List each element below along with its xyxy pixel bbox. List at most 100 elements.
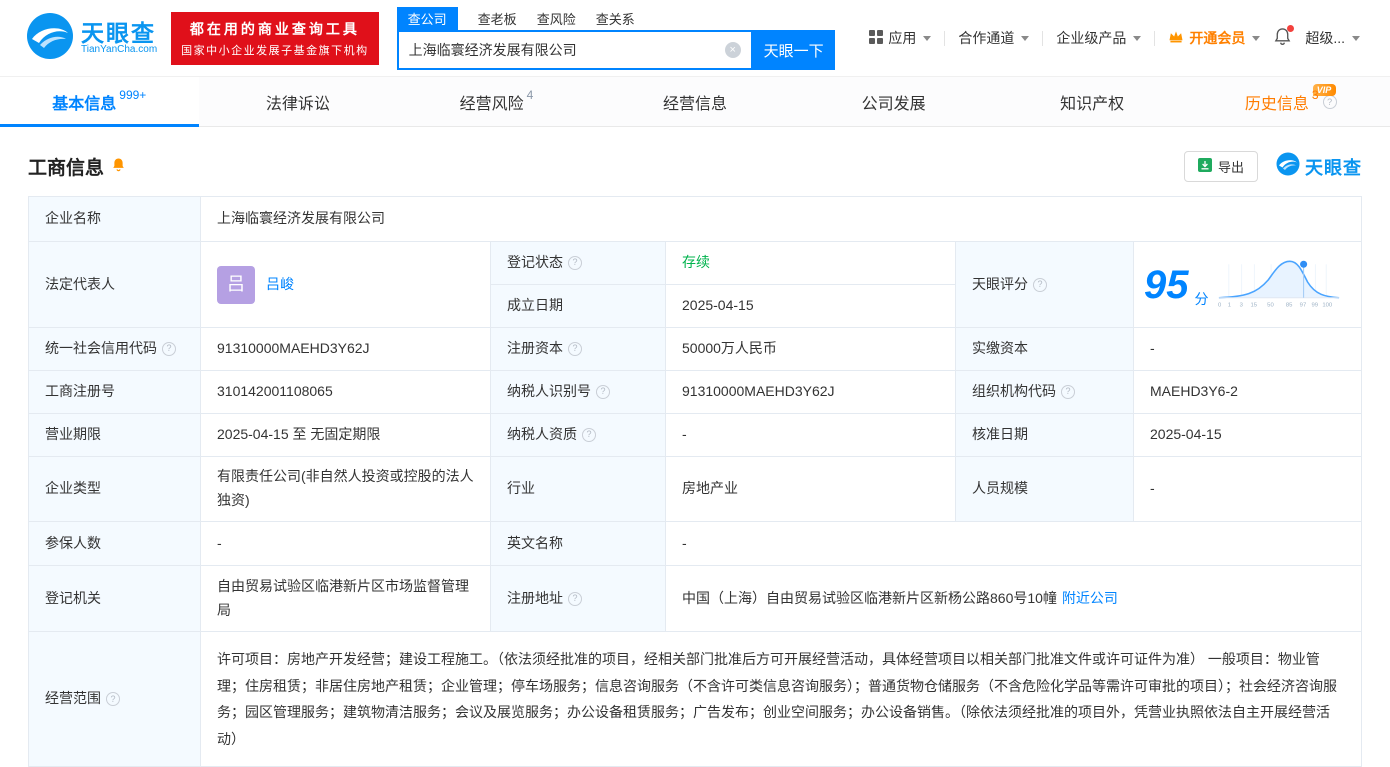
search-input-wrap [396, 30, 753, 70]
search-button[interactable]: 天眼一下 [752, 30, 835, 70]
score-curve-chart: 0 1 3 15 50 85 97 99 100 [1215, 252, 1343, 318]
label-company-type: 企业类型 [29, 457, 201, 522]
value-legal-rep: 吕 吕峻 [201, 242, 491, 328]
label-reg-no: 工商注册号 [29, 371, 201, 414]
info-icon[interactable] [1033, 277, 1047, 292]
chevron-down-icon [1352, 35, 1360, 41]
subscribe-bell-icon[interactable] [111, 156, 126, 178]
tianyancha-logo[interactable]: 天眼查 TianYanCha.com [26, 12, 157, 65]
tianyancha-logo-icon [26, 12, 74, 65]
company-tabs: 基本信息 999+ 法律诉讼 经营风险 4 经营信息 公司发展 知识产权 VIP… [0, 76, 1390, 127]
label-org-code: 组织机构代码 [956, 371, 1134, 414]
notification-bell[interactable] [1273, 25, 1295, 49]
nav-partner[interactable]: 合作通道 [958, 28, 1030, 48]
label-approval-date: 核准日期 [956, 414, 1134, 457]
nav-user-menu[interactable]: 超级... [1305, 28, 1360, 48]
nav-open-vip[interactable]: 开通会员 [1168, 28, 1261, 48]
tab-operating-risk[interactable]: 经营风险 4 [397, 77, 596, 126]
promo-banner: 都在用的商业查询工具 国家中小企业发展子基金旗下机构 [171, 11, 379, 65]
label-reg-authority: 登记机关 [29, 566, 201, 632]
tab-basic-info-badge: 999+ [119, 87, 147, 102]
label-reg-address: 注册地址 [491, 566, 666, 632]
search-tabs: 查公司 查老板 查风险 查关系 [396, 6, 835, 30]
value-org-code: MAEHD3Y6-2 [1134, 371, 1361, 414]
watermark-logo-icon [1276, 152, 1300, 181]
watermark-logo: 天眼查 [1276, 152, 1362, 181]
header-nav: 应用 合作通道 企业级产品 开通会员 超级... [869, 25, 1360, 49]
info-icon[interactable] [568, 256, 582, 270]
tab-history-info-label: 历史信息 [1244, 95, 1309, 113]
info-icon[interactable] [568, 591, 582, 606]
business-info-table: 企业名称 上海临寰经济发展有限公司 法定代表人 吕 吕峻 登记状态 存续 天眼评… [28, 196, 1362, 767]
label-taxpayer-no: 纳税人识别号 [491, 371, 666, 414]
tab-legal[interactable]: 法律诉讼 [199, 77, 398, 126]
search-tab-company[interactable]: 查公司 [396, 6, 458, 30]
info-icon[interactable] [162, 342, 176, 356]
value-reg-no: 310142001108065 [201, 371, 491, 414]
value-credit-code: 91310000MAEHD3Y62J [201, 328, 491, 371]
nav-divider [944, 30, 946, 46]
label-tianyan-score: 天眼评分 [956, 242, 1134, 328]
search-row: 天眼一下 [396, 30, 835, 70]
info-icon[interactable] [582, 428, 596, 442]
promo-line1: 都在用的商业查询工具 [189, 20, 360, 37]
notification-dot [1287, 25, 1295, 32]
watermark-logo-text: 天眼查 [1305, 157, 1362, 178]
value-staff-size: - [1134, 457, 1361, 522]
logo-domain-text: TianYanCha.com [81, 43, 158, 55]
nav-apps[interactable]: 应用 [869, 28, 932, 48]
svg-text:97: 97 [1299, 302, 1306, 308]
svg-text:3: 3 [1239, 302, 1243, 308]
info-icon[interactable] [1322, 94, 1337, 109]
value-industry: 房地产业 [666, 457, 956, 522]
clear-icon[interactable] [724, 42, 741, 58]
nav-divider [1042, 30, 1044, 46]
svg-text:1: 1 [1227, 302, 1230, 308]
search-tab-boss[interactable]: 查老板 [478, 7, 517, 30]
tab-operating-risk-badge: 4 [526, 87, 534, 102]
score-unit: 分 [1194, 291, 1209, 308]
info-icon[interactable] [596, 385, 610, 399]
tab-basic-info[interactable]: 基本信息 999+ [0, 77, 199, 127]
label-staff-size: 人员规模 [956, 457, 1134, 522]
label-credit-code: 统一社会信用代码 [29, 328, 201, 371]
score-number: 95 [1144, 262, 1189, 307]
label-reg-status: 登记状态 [491, 242, 666, 285]
tab-history-info-badge: 3 [1311, 87, 1319, 102]
logo-brand-text: 天眼查 [81, 19, 156, 46]
info-icon[interactable] [1061, 385, 1075, 399]
label-establish-date: 成立日期 [491, 285, 666, 328]
label-paid-capital: 实缴资本 [956, 328, 1134, 371]
nav-enterprise[interactable]: 企业级产品 [1056, 28, 1142, 48]
info-icon[interactable] [568, 342, 582, 356]
search-tab-relation[interactable]: 查关系 [596, 7, 635, 30]
nav-apps-label: 应用 [888, 30, 917, 46]
tab-company-development[interactable]: 公司发展 [794, 77, 993, 126]
export-button[interactable]: 导出 [1183, 151, 1258, 182]
label-business-term: 营业期限 [29, 414, 201, 457]
tab-intellectual-property[interactable]: 知识产权 [993, 77, 1192, 126]
search-tab-risk[interactable]: 查风险 [537, 7, 576, 30]
value-company-type: 有限责任公司(非自然人投资或控股的法人独资) [201, 457, 491, 522]
value-insured-num: - [201, 522, 491, 566]
value-business-term: 2025-04-15 至 无固定期限 [201, 414, 491, 457]
status-badge: 存续 [682, 254, 710, 271]
crown-icon [1168, 30, 1184, 46]
nearby-companies-link[interactable]: 附近公司 [1062, 587, 1118, 611]
search-input[interactable] [408, 42, 725, 58]
tab-business-info[interactable]: 经营信息 [596, 77, 795, 126]
value-reg-status: 存续 [666, 242, 956, 285]
value-reg-authority: 自由贸易试验区临港新片区市场监督管理局 [201, 566, 491, 632]
tab-history-info[interactable]: VIP 历史信息 3 [1191, 77, 1390, 126]
value-reg-capital: 50000万人民币 [666, 328, 956, 371]
nav-enterprise-label: 企业级产品 [1056, 30, 1127, 46]
legal-rep-link[interactable]: 吕峻 [266, 273, 294, 297]
chevron-down-icon [1133, 35, 1142, 41]
nav-open-vip-label: 开通会员 [1189, 30, 1246, 46]
legal-rep-avatar[interactable]: 吕 [217, 265, 255, 304]
tab-business-info-label: 经营信息 [663, 95, 728, 113]
svg-text:100: 100 [1322, 302, 1333, 308]
info-icon[interactable] [106, 692, 120, 707]
label-taxpayer-quality: 纳税人资质 [491, 414, 666, 457]
tab-basic-info-label: 基本信息 [52, 95, 117, 113]
